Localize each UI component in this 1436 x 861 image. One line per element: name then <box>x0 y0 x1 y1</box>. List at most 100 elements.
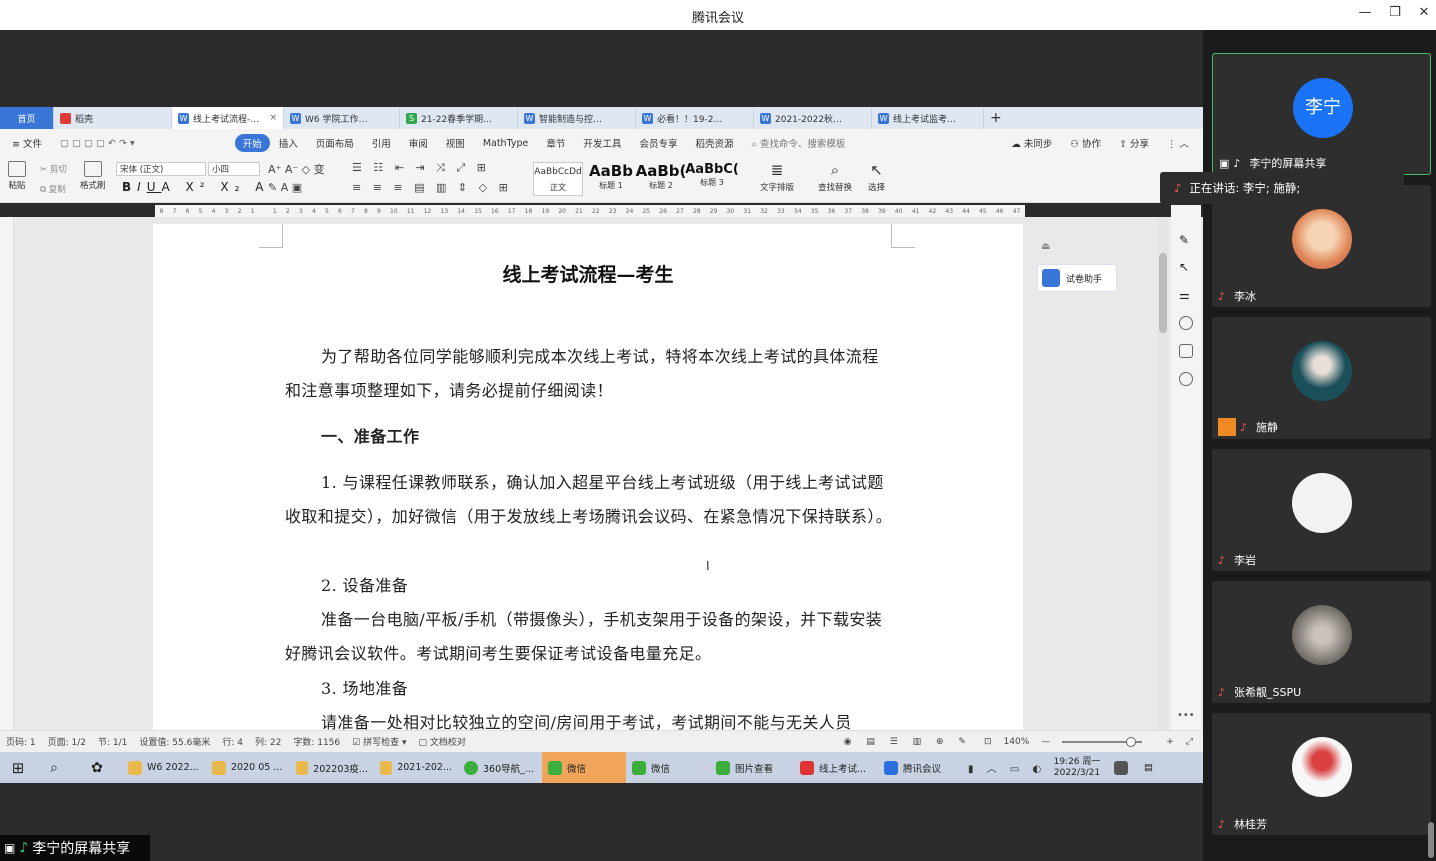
taskbar-item[interactable]: W6 2022... <box>122 752 206 783</box>
calendar-icon[interactable] <box>1108 752 1138 783</box>
notification-icon[interactable]: ▤ <box>1138 752 1166 783</box>
tab-doc[interactable]: W 智能制造与控… <box>518 107 636 129</box>
ruler-tick: 27 <box>676 207 684 215</box>
taskbar-item[interactable]: 202203疫... <box>290 752 374 783</box>
zoom-fit-icon[interactable]: ⊡ <box>984 737 992 747</box>
paste-button[interactable]: 粘贴 <box>8 161 26 191</box>
minimize-button[interactable]: — <box>1351 5 1379 25</box>
document-page[interactable]: 线上考试流程—考生 为了帮助各位同学能够顺利完成本次线上考试，特将本次线上考试的… <box>153 224 1023 730</box>
settings-sliders-icon[interactable]: ⚌ <box>1179 288 1193 302</box>
sync-status[interactable]: ☁ 未同步 <box>1002 136 1061 150</box>
taskbar-item[interactable]: 微信 <box>626 752 710 783</box>
panel-scrollbar[interactable] <box>1428 822 1434 858</box>
font-name-select[interactable]: 宋体 (正文) <box>116 162 206 176</box>
shield-icon[interactable] <box>1179 372 1193 386</box>
taskbar-item[interactable]: 2021-202... <box>374 752 458 783</box>
app-launcher-icon[interactable]: ✿ <box>72 752 122 783</box>
menu-daoke-resources[interactable]: 稻壳资源 <box>686 136 742 150</box>
start-button[interactable]: ⊞ <box>0 752 36 783</box>
vertical-scrollbar[interactable] <box>1158 217 1168 730</box>
find-replace-button[interactable]: ⌕ 查找替换 <box>818 161 852 193</box>
more-icon[interactable]: ⋮ ︿ <box>1158 136 1203 150</box>
participant-tile[interactable]: ♪ 李岩 <box>1212 449 1431 571</box>
paragraph-buttons[interactable]: ☰ ☷ ⇤ ⇥ ⤨ ⤢ ⊞ <box>352 161 490 175</box>
search-commands[interactable]: ⌕ 查找命令、搜索模板 <box>742 136 854 150</box>
new-tab-button[interactable]: + <box>984 107 1008 129</box>
font-grow-shrink[interactable]: A⁺ A⁻ ◇ 变 <box>268 161 325 177</box>
style-heading1[interactable]: AaBb 标题 1 <box>586 162 636 196</box>
copy-button[interactable]: ⧉ 复制 <box>40 183 66 195</box>
zoom-level: 140% <box>1003 736 1030 747</box>
participant-tile[interactable]: 李宁 ▣ ♪ 李宁的屏幕共享 <box>1212 53 1431 175</box>
collapse-icon[interactable]: ⏏ <box>1041 241 1050 252</box>
taskbar-item[interactable]: 2020 05 ... <box>206 752 290 783</box>
quick-toolbar[interactable]: ▢ ▢ ▢ ▢ ↶ ↷ ▾ <box>51 138 235 149</box>
zoom-thumb[interactable] <box>1126 736 1137 747</box>
style-heading2[interactable]: AaBb(标题 2 <box>636 162 687 196</box>
scroll-thumb[interactable] <box>1159 253 1167 333</box>
participant-tile[interactable]: ♪ 施静 <box>1212 317 1431 439</box>
vertical-ruler[interactable] <box>0 217 14 730</box>
text-layout-button[interactable]: ≣ 文字排版 <box>760 161 794 193</box>
style-normal[interactable]: AaBbCcDd 正文 <box>533 162 583 196</box>
screen-share-label: ▣ ♪ 李宁的屏幕共享 <box>0 835 150 861</box>
close-tab-icon[interactable]: × <box>269 113 277 123</box>
restore-button[interactable]: ❐ <box>1381 5 1409 25</box>
cut-button[interactable]: ✂ 剪切 <box>40 163 67 175</box>
search-icon[interactable]: ⌕ <box>36 752 72 783</box>
menu-references[interactable]: 引用 <box>363 136 400 150</box>
help-icon[interactable] <box>1179 316 1193 330</box>
ruler-tick: 23 <box>608 207 617 215</box>
taskbar-item[interactable]: 腾讯会议 <box>878 752 962 783</box>
menu-dev-tools[interactable]: 开发工具 <box>574 136 630 150</box>
align-buttons[interactable]: ≡ ≡ ≡ ▤ ▥ ⇕ ◇ ⊞ <box>352 181 512 194</box>
menu-view[interactable]: 视图 <box>437 136 474 150</box>
menu-file[interactable]: ≡ 文件 <box>0 136 51 150</box>
tab-doc[interactable]: W 必看！！19-2… <box>636 107 754 129</box>
zoom-in-button[interactable]: + <box>1166 737 1174 747</box>
menu-layout[interactable]: 页面布局 <box>307 136 363 150</box>
system-tray[interactable]: ▮ ︿ ▭ ◐ Ⓢ <box>962 752 1046 783</box>
tab-doc[interactable]: W 线上考试监考… <box>872 107 984 129</box>
clock[interactable]: 19:26 周一 2022/3/21 <box>1046 752 1108 783</box>
horizontal-ruler[interactable]: 8 7 6 5 4 3 2 1 1 2 3 4 5 6 7 8 9 10 11 12 13 14 15 16 17 18 19 20 2… <box>155 205 1025 217</box>
tab-home[interactable]: 首页 <box>0 107 54 129</box>
menu-mathtype[interactable]: MathType <box>474 138 538 149</box>
taskbar-item[interactable]: 图片查看 <box>710 752 794 783</box>
pen-icon[interactable]: ✎ <box>1179 233 1193 247</box>
collab-button[interactable]: ⚇ 协作 <box>1061 136 1110 150</box>
more-dots-icon[interactable]: ••• <box>1177 710 1195 721</box>
taskbar-item[interactable]: 线上考试... <box>794 752 878 783</box>
highlight-color[interactable]: ✎ A ▣ <box>268 181 302 194</box>
taskbar-item-active[interactable]: 微信 <box>542 752 626 783</box>
tab-doc-active[interactable]: W 线上考试流程-… × <box>172 107 284 129</box>
menu-chapter[interactable]: 章节 <box>537 136 574 150</box>
menu-home[interactable]: 开始 <box>234 134 270 152</box>
tab-doc[interactable]: W 2021-2022秋… <box>754 107 872 129</box>
zoom-slider[interactable] <box>1062 736 1143 747</box>
spell-check-toggle[interactable]: ☑ 拼写检查 ▾ <box>352 735 406 748</box>
format-painter-button[interactable]: 格式刷 <box>80 161 106 191</box>
tab-sheet[interactable]: S 21-22春季学期… <box>400 107 518 129</box>
menu-insert[interactable]: 插入 <box>270 136 307 150</box>
taskbar-item[interactable]: 360导航_... <box>458 752 542 783</box>
zoom-out-button[interactable]: — <box>1041 737 1050 747</box>
style-heading3[interactable]: AaBbC(标题 3 <box>685 162 739 196</box>
tab-doc[interactable]: W W6 学院工作… <box>284 107 400 129</box>
participant-tile[interactable]: ♪ 林桂芳 <box>1212 713 1431 835</box>
proof-toggle[interactable]: ▢ 文档校对 <box>418 735 465 748</box>
fullscreen-icon[interactable]: ⤢ <box>1186 737 1203 747</box>
tab-daoke[interactable]: 稻壳 <box>54 107 172 129</box>
close-button[interactable]: ✕ <box>1410 5 1436 25</box>
share-button[interactable]: ⇧ 分享 <box>1110 136 1158 150</box>
text-format-buttons[interactable]: BIUA X² X₂ A <box>122 180 269 194</box>
menu-member[interactable]: 会员专享 <box>630 136 686 150</box>
font-size-select[interactable]: 小四 <box>208 162 260 176</box>
select-button[interactable]: ↖ 选择 <box>868 161 885 193</box>
image-icon[interactable] <box>1179 344 1193 358</box>
menu-review[interactable]: 审阅 <box>400 136 437 150</box>
view-mode-buttons[interactable]: ◉ ▤ ☰ ▥ ⊕ ✎ <box>844 737 972 747</box>
exam-assistant-button[interactable]: 试卷助手 <box>1037 264 1117 292</box>
participant-tile[interactable]: ♪ 张希靓_SSPU <box>1212 581 1431 703</box>
pointer-icon[interactable]: ↖ <box>1179 260 1193 274</box>
